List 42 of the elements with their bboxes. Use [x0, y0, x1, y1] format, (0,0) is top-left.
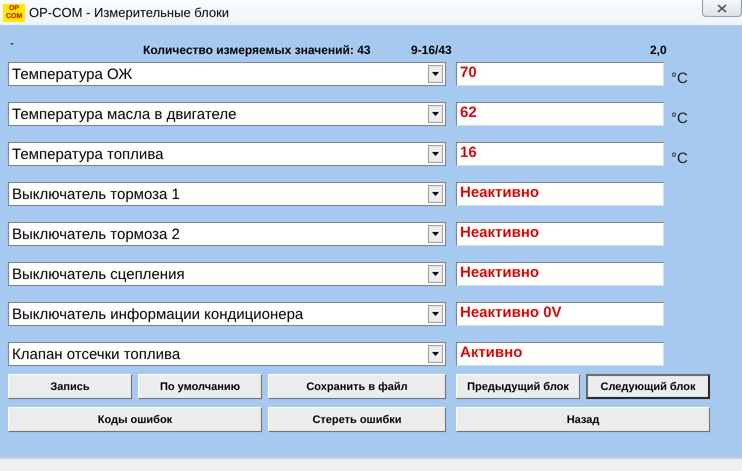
value-field: Активно: [456, 342, 664, 366]
value-field: 16: [456, 142, 664, 166]
action-button[interactable]: Коды ошибок: [8, 407, 262, 432]
parameter-dropdown[interactable]: Температура топлива: [8, 142, 446, 166]
value-field: Неактивно: [456, 182, 664, 206]
window-title: OP-COM - Измерительные блоки: [29, 5, 230, 20]
dropdown-arrow-icon: [432, 192, 439, 196]
parameter-dropdown[interactable]: Клапан отсечки топлива: [8, 342, 446, 366]
value-field: 62: [456, 102, 664, 126]
action-button[interactable]: Запись: [8, 374, 132, 399]
action-button[interactable]: По умолчанию: [138, 374, 262, 399]
unit-label: °C: [671, 150, 688, 166]
action-button[interactable]: Стереть ошибки: [268, 407, 446, 432]
dropdown-arrow-icon: [432, 112, 439, 116]
dropdown-arrow-icon: [432, 352, 439, 356]
value-field: Неактивно: [456, 222, 664, 246]
value-field: Неактивно: [456, 262, 664, 286]
dropdown-arrow-icon: [432, 152, 439, 156]
action-button[interactable]: Назад: [456, 407, 710, 432]
dropdown-arrow-icon: [432, 232, 439, 236]
count-label: Количество измеряемых значений: 43: [143, 43, 371, 57]
parameter-dropdown[interactable]: Выключатель сцепления: [8, 262, 446, 286]
parameter-dropdown[interactable]: Выключатель тормоза 1: [8, 182, 446, 206]
range-label: 9-16/43: [411, 43, 452, 57]
close-icon: [717, 4, 727, 12]
unit-label: °C: [671, 70, 688, 86]
action-button[interactable]: Следующий блок: [586, 374, 710, 399]
parameter-dropdown[interactable]: Выключатель тормоза 2: [8, 222, 446, 246]
close-button[interactable]: [702, 0, 742, 17]
value-field: Неактивно 0V: [456, 302, 664, 326]
action-button[interactable]: Сохранить в файл: [268, 374, 446, 399]
parameter-dropdown[interactable]: Выключатель информации кондиционера: [8, 302, 446, 326]
unit-label: °C: [671, 110, 688, 126]
value-field: 70: [456, 62, 664, 86]
action-button[interactable]: Предыдущий блок: [456, 374, 580, 399]
marker-text: -: [10, 36, 14, 50]
parameter-dropdown[interactable]: Температура ОЖ: [8, 62, 446, 86]
parameter-dropdown[interactable]: Температура масла в двигателе: [8, 102, 446, 126]
dropdown-arrow-icon: [432, 72, 439, 76]
dropdown-arrow-icon: [432, 272, 439, 276]
header-value: 2,0: [650, 43, 667, 57]
dropdown-arrow-icon: [432, 312, 439, 316]
